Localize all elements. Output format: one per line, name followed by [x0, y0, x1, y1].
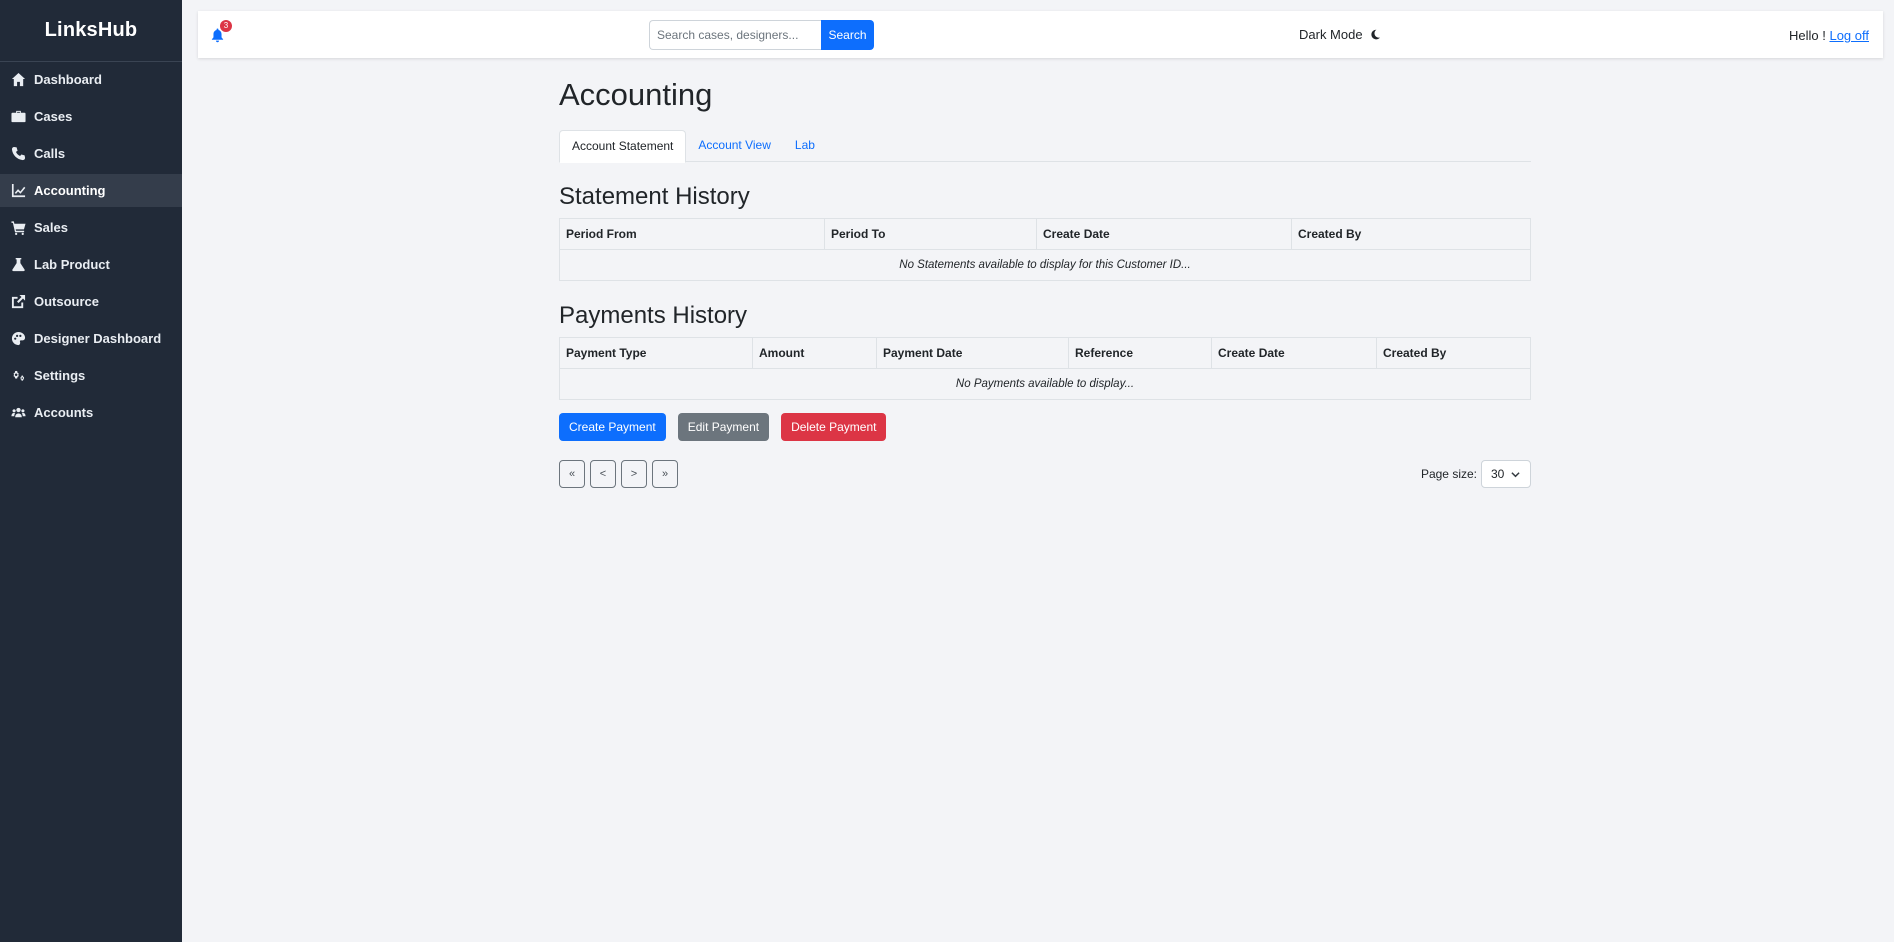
sidebar-item-label: Settings: [34, 368, 86, 383]
sidebar-item-label: Calls: [34, 146, 66, 161]
payment-actions: Create Payment Edit Payment Delete Payme…: [559, 413, 1531, 441]
edit-payment-button[interactable]: Edit Payment: [677, 413, 770, 441]
sidebar-nav: Dashboard Cases Calls Accounting Sales L…: [0, 62, 182, 429]
sidebar-item-dashboard[interactable]: Dashboard: [0, 63, 182, 96]
external-link-icon: [10, 294, 26, 310]
table-row: No Statements available to display for t…: [559, 249, 1531, 281]
search-form: Search: [649, 20, 874, 50]
briefcase-icon: [10, 109, 26, 125]
payments-history-table: Payment Type Amount Payment Date Referen…: [559, 337, 1531, 400]
last-page-button[interactable]: »: [652, 460, 678, 488]
sidebar-item-label: Accounting: [34, 183, 106, 198]
moon-icon: [1370, 29, 1380, 40]
page-title: Accounting: [559, 77, 713, 112]
column-header: Create Date: [1036, 218, 1292, 250]
statement-history-table: Period From Period To Create Date Create…: [559, 218, 1531, 281]
greeting-text: Hello !: [1789, 28, 1830, 43]
logoff-link[interactable]: Log off: [1829, 28, 1869, 43]
users-icon: [10, 405, 26, 421]
next-page-button[interactable]: >: [621, 460, 647, 488]
table-header-row: Period From Period To Create Date Create…: [559, 218, 1531, 250]
payments-history-title: Payments History: [559, 302, 748, 329]
page-size-value: 30: [1491, 467, 1505, 481]
sidebar: LinksHub Dashboard Cases Calls Accountin…: [0, 0, 182, 942]
column-header: Created By: [1376, 337, 1531, 369]
column-header: Payment Date: [876, 337, 1069, 369]
sidebar-item-sales[interactable]: Sales: [0, 211, 182, 244]
sidebar-item-label: Outsource: [34, 294, 100, 309]
gears-icon: [10, 368, 26, 384]
delete-payment-button[interactable]: Delete Payment: [781, 413, 887, 441]
search-input[interactable]: [649, 20, 821, 50]
column-header: Payment Type: [559, 337, 753, 369]
sidebar-item-label: Designer Dashboard: [34, 331, 162, 346]
flask-icon: [10, 257, 26, 273]
table-row: No Payments available to display...: [559, 368, 1531, 400]
sidebar-item-settings[interactable]: Settings: [0, 359, 182, 392]
tab-lab[interactable]: Lab: [783, 130, 827, 162]
cart-icon: [10, 220, 26, 236]
column-header: Created By: [1291, 218, 1531, 250]
empty-message: No Payments available to display...: [559, 368, 1531, 400]
page-size-control: Page size: 30: [1421, 460, 1531, 488]
sidebar-item-label: Accounts: [34, 405, 94, 420]
search-button[interactable]: Search: [821, 20, 874, 50]
sidebar-item-label: Sales: [34, 220, 68, 235]
notification-count-badge: 3: [220, 20, 232, 32]
sidebar-item-lab-product[interactable]: Lab Product: [0, 248, 182, 281]
sidebar-item-accounts[interactable]: Accounts: [0, 396, 182, 429]
column-header: Period From: [559, 218, 825, 250]
pager: « < > »: [559, 460, 683, 488]
user-greeting: Hello ! Log off: [1789, 28, 1869, 43]
sidebar-item-cases[interactable]: Cases: [0, 100, 182, 133]
prev-page-button[interactable]: <: [590, 460, 616, 488]
sidebar-item-calls[interactable]: Calls: [0, 137, 182, 170]
tab-account-view[interactable]: Account View: [686, 130, 783, 162]
table-header-row: Payment Type Amount Payment Date Referen…: [559, 337, 1531, 369]
empty-message: No Statements available to display for t…: [559, 249, 1531, 281]
create-payment-button[interactable]: Create Payment: [559, 413, 666, 441]
sidebar-item-label: Dashboard: [34, 72, 102, 87]
tab-account-statement[interactable]: Account Statement: [559, 130, 687, 163]
column-header: Reference: [1068, 337, 1212, 369]
page-size-select[interactable]: 30: [1481, 460, 1531, 488]
column-header: Amount: [752, 337, 877, 369]
chart-line-icon: [10, 183, 26, 199]
phone-icon: [10, 146, 26, 162]
topbar: 3 Search Dark Mode Hello ! Log off: [198, 11, 1883, 58]
brand-logo[interactable]: LinksHub: [0, 0, 182, 62]
sidebar-item-label: Lab Product: [34, 257, 110, 272]
column-header: Create Date: [1211, 337, 1377, 369]
sidebar-item-label: Cases: [34, 109, 73, 124]
accounting-tabs: Account Statement Account View Lab: [559, 130, 1531, 163]
main-content: Accounting Account Statement Account Vie…: [559, 76, 1531, 488]
sidebar-item-designer-dashboard[interactable]: Designer Dashboard: [0, 322, 182, 355]
home-icon: [10, 72, 26, 88]
dark-mode-label: Dark Mode: [1299, 27, 1363, 42]
first-page-button[interactable]: «: [559, 460, 585, 488]
palette-icon: [10, 331, 26, 347]
statement-history-title: Statement History: [559, 183, 750, 210]
page-size-label: Page size:: [1420, 467, 1477, 481]
chevron-down-icon: [1511, 472, 1520, 478]
pagination-bar: « < > » Page size: 30: [559, 460, 1531, 488]
dark-mode-toggle[interactable]: Dark Mode: [1299, 27, 1381, 42]
sidebar-item-outsource[interactable]: Outsource: [0, 285, 182, 318]
column-header: Period To: [824, 218, 1037, 250]
sidebar-item-accounting[interactable]: Accounting: [0, 174, 182, 207]
